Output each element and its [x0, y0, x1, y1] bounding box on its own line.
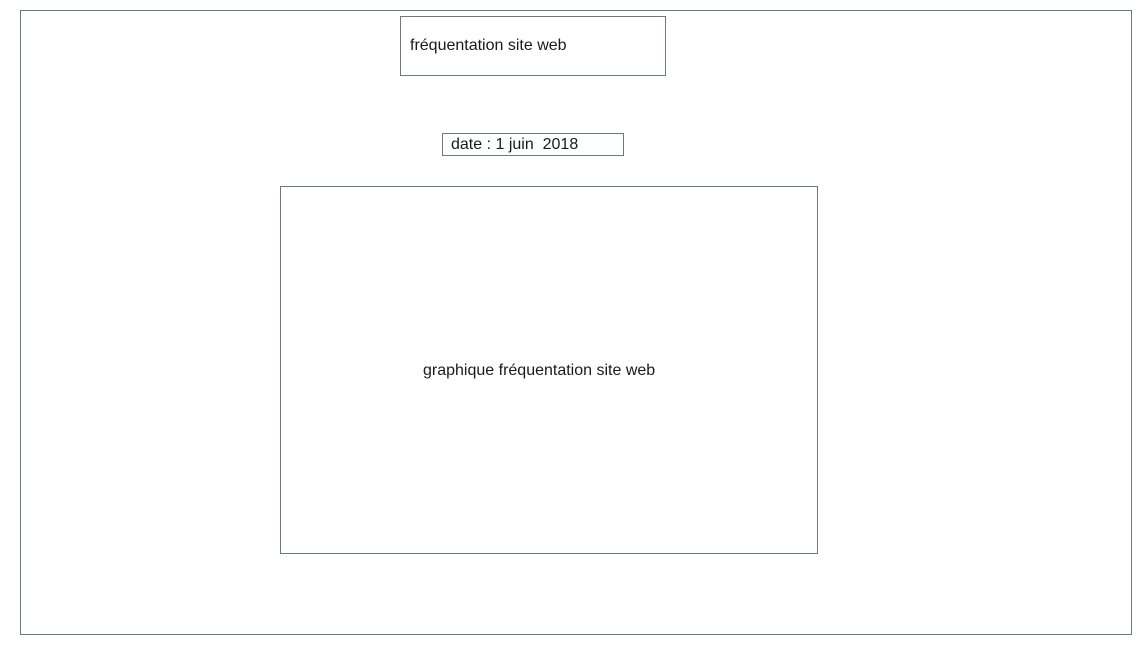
- date-label: date : 1 juin 2018: [451, 135, 579, 153]
- page-title-box: fréquentation site web: [400, 16, 666, 76]
- date-box: date : 1 juin 2018: [442, 133, 624, 156]
- chart-placeholder-box: graphique fréquentation site web: [280, 186, 818, 554]
- chart-placeholder-label: graphique fréquentation site web: [423, 362, 656, 379]
- page-title: fréquentation site web: [410, 37, 567, 54]
